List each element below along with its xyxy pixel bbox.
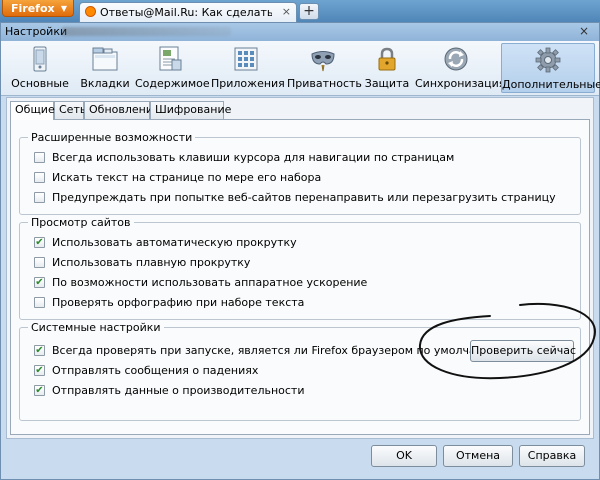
- checkbox[interactable]: ✔: [34, 345, 45, 356]
- group-title: Расширенные возможности: [28, 131, 196, 144]
- category-label: Дополнительные: [502, 78, 600, 91]
- dialog-close-icon[interactable]: ×: [579, 24, 589, 38]
- blurred-region: [61, 27, 231, 36]
- system-group: Системные настройки ✔ Всегда проверять п…: [19, 321, 581, 421]
- gear-icon: [535, 47, 561, 73]
- padlock-icon: [378, 47, 396, 71]
- checkbox[interactable]: [34, 152, 45, 163]
- category-label: Основные: [11, 77, 69, 90]
- browser-tab-title: Ответы@Mail.Ru: Как сделать Мозилу 6...: [100, 6, 272, 19]
- category-label: Приложения: [211, 77, 285, 90]
- tab-network[interactable]: Сеть: [54, 101, 86, 119]
- tab-general[interactable]: Общие: [10, 101, 55, 120]
- ok-button[interactable]: OK: [371, 445, 437, 467]
- category-toolbar: Основные Вкладки Содержимое Приложения П…: [1, 41, 600, 96]
- tabs-icon: [92, 47, 118, 71]
- browser-tab[interactable]: Ответы@Mail.Ru: Как сделать Мозилу 6... …: [79, 2, 297, 22]
- option-label: Предупреждать при попытке веб-сайтов пер…: [52, 191, 556, 204]
- mailru-favicon-icon: [85, 6, 96, 17]
- check-now-button[interactable]: Проверить сейчас: [470, 340, 576, 362]
- checkbox[interactable]: [34, 172, 45, 183]
- settings-dialog: Настройки × Основные Вкладки Содержимое …: [0, 22, 600, 480]
- advanced-settings-pane: Общие Сеть Обновления Шифрование Расшире…: [6, 97, 594, 439]
- group-title: Просмотр сайтов: [28, 216, 134, 229]
- applications-icon: [234, 47, 258, 71]
- option-label: Искать текст на странице по мере его наб…: [52, 171, 322, 184]
- firefox-menu-label: Firefox: [11, 2, 55, 15]
- category-label: Содержимое: [135, 77, 210, 90]
- dialog-title: Настройки: [5, 25, 68, 38]
- sync-icon: [444, 47, 468, 71]
- browsing-group: Просмотр сайтов ✔ Использовать автоматич…: [19, 216, 581, 320]
- accessibility-group: Расширенные возможности Всегда использов…: [19, 131, 581, 215]
- privacy-mask-icon: [311, 51, 335, 72]
- category-tabs[interactable]: Вкладки: [77, 43, 133, 93]
- content-icon: [159, 46, 182, 71]
- tab-encryption[interactable]: Шифрование: [150, 101, 231, 119]
- option-label: Использовать плавную прокрутку: [52, 256, 251, 269]
- general-tab-panel: Расширенные возможности Всегда использов…: [10, 119, 590, 435]
- checkbox[interactable]: ✔: [34, 237, 45, 248]
- browser-tab-strip: Firefox ▼ Ответы@Mail.Ru: Как сделать Мо…: [0, 0, 600, 22]
- checkbox[interactable]: ✔: [34, 277, 45, 288]
- category-security[interactable]: Защита: [363, 43, 411, 93]
- option-label: Отправлять сообщения о падениях: [52, 364, 259, 377]
- help-button[interactable]: Справка: [519, 445, 585, 467]
- category-main[interactable]: Основные: [7, 43, 73, 93]
- firefox-menu-button[interactable]: Firefox ▼: [2, 0, 74, 17]
- category-content[interactable]: Содержимое: [135, 43, 210, 93]
- option-label: Проверять орфографию при наборе текста: [52, 296, 305, 309]
- dropdown-arrow-icon: ▼: [60, 4, 67, 13]
- new-tab-button[interactable]: +: [299, 3, 319, 20]
- category-sync[interactable]: Синхронизация: [415, 43, 506, 93]
- category-advanced[interactable]: Дополнительные: [501, 43, 600, 93]
- category-label: Синхронизация: [415, 77, 506, 90]
- tab-close-icon[interactable]: ×: [282, 5, 291, 18]
- option-label: По возможности использовать аппаратное у…: [52, 276, 368, 289]
- checkbox[interactable]: ✔: [34, 365, 45, 376]
- main-settings-icon: [33, 46, 47, 72]
- group-title: Системные настройки: [28, 321, 164, 334]
- option-label: Всегда использовать клавиши курсора для …: [52, 151, 455, 164]
- cancel-button[interactable]: Отмена: [443, 445, 513, 467]
- checkbox[interactable]: ✔: [34, 385, 45, 396]
- category-privacy[interactable]: Приватность: [287, 43, 362, 93]
- checkbox[interactable]: [34, 257, 45, 268]
- dialog-titlebar[interactable]: Настройки ×: [1, 23, 599, 41]
- category-label: Вкладки: [80, 77, 130, 90]
- checkbox[interactable]: [34, 297, 45, 308]
- option-label: Использовать автоматическую прокрутку: [52, 236, 297, 249]
- tab-updates[interactable]: Обновления: [84, 101, 160, 119]
- category-label: Приватность: [287, 77, 362, 90]
- category-applications[interactable]: Приложения: [211, 43, 285, 93]
- category-label: Защита: [364, 77, 410, 90]
- option-label: Отправлять данные о производительности: [52, 384, 305, 397]
- option-label: Всегда проверять при запуске, является л…: [52, 344, 500, 357]
- checkbox[interactable]: [34, 192, 45, 203]
